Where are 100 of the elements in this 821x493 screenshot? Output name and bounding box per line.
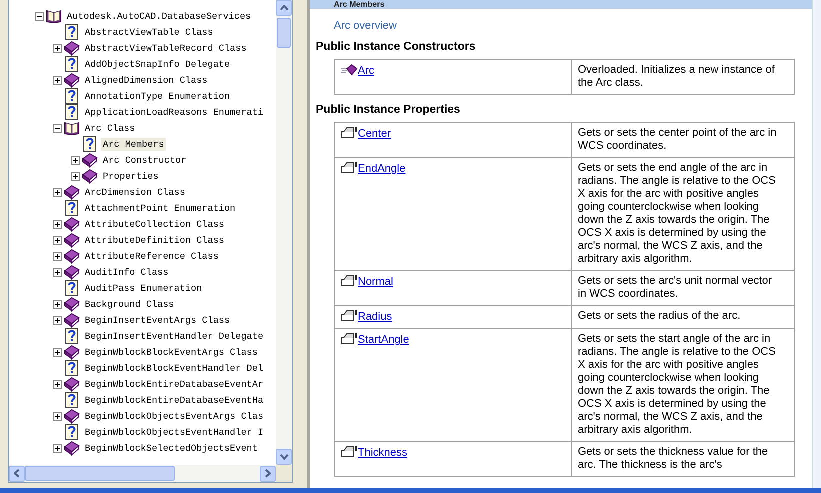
tree-item[interactable]: AttachmentPoint Enumeration bbox=[83, 202, 238, 214]
help-page-icon bbox=[64, 104, 80, 120]
member-link[interactable]: StartAngle bbox=[358, 334, 410, 346]
book-icon bbox=[64, 296, 80, 312]
tree-item[interactable]: AbstractViewTableRecord Class bbox=[83, 42, 249, 54]
tree-item[interactable]: Background Class bbox=[83, 298, 176, 310]
book-icon bbox=[64, 264, 80, 280]
book-icon bbox=[82, 168, 98, 184]
scrollbar-thumb[interactable] bbox=[25, 466, 175, 481]
tree-item[interactable]: BeginInsertEventHandler Delegate bbox=[83, 330, 266, 342]
member-link[interactable]: Normal bbox=[358, 276, 394, 288]
help-page-icon bbox=[64, 24, 80, 40]
tree-item[interactable]: BeginWblockBlockEventArgs Class bbox=[83, 346, 260, 358]
expand-toggle[interactable] bbox=[71, 172, 80, 180]
tree-item[interactable]: Arc Constructor bbox=[101, 154, 189, 166]
scroll-up-button[interactable] bbox=[276, 0, 292, 16]
tree-item[interactable]: AddObjectSnapInfo Delegate bbox=[83, 58, 232, 70]
tree-item[interactable]: AuditPass Enumeration bbox=[83, 282, 204, 294]
expand-toggle[interactable] bbox=[53, 348, 62, 356]
help-page-icon bbox=[64, 392, 80, 408]
expand-toggle[interactable] bbox=[53, 300, 62, 308]
tree-item[interactable]: AttributeCollection Class bbox=[83, 218, 226, 230]
expand-toggle[interactable] bbox=[53, 44, 62, 52]
member-description: Gets or sets the end angle of the arc in radians. The angle is relative to the OCS X axis for the arc with positive angles going counterclockwise when looking down the Z axis towards the origin. The OCS X axis is determined by using the arc's normal, the WCS Z axis, and the arbitrary axis algorithm. bbox=[572, 158, 794, 270]
member-description: Gets or sets the arc's unit normal vector in WCS coordinates. bbox=[572, 270, 794, 306]
expand-toggle[interactable] bbox=[53, 252, 62, 260]
book-icon bbox=[64, 216, 80, 232]
book-icon bbox=[64, 232, 80, 248]
tree-item[interactable]: AlignedDimension Class bbox=[83, 74, 210, 86]
help-page-icon bbox=[64, 424, 80, 440]
overview-link[interactable]: Arc overview bbox=[334, 20, 397, 32]
book-icon bbox=[64, 344, 80, 360]
open-book-icon bbox=[46, 8, 62, 24]
tree-item[interactable]: BeginWblockObjectsEventArgs Clas bbox=[83, 410, 266, 422]
book-icon bbox=[64, 408, 80, 424]
member-link[interactable]: Center bbox=[358, 128, 392, 140]
expand-toggle[interactable] bbox=[71, 156, 80, 164]
expand-toggle[interactable] bbox=[53, 236, 62, 244]
scroll-right-button[interactable] bbox=[260, 466, 276, 482]
tree-item[interactable]: Autodesk.AutoCAD.DatabaseServices bbox=[65, 10, 254, 22]
tree-item[interactable]: BeginWblockSelectedObjectsEvent bbox=[83, 442, 260, 454]
tree-item[interactable]: ApplicationLoadReasons Enumerati bbox=[83, 106, 266, 118]
tree-item[interactable]: BeginWblockObjectsEventHandler I bbox=[83, 426, 266, 438]
tree-item[interactable]: Arc Members bbox=[101, 138, 166, 150]
tree-item[interactable]: AttributeDefinition Class bbox=[83, 234, 226, 246]
tree-item[interactable]: BeginWblockEntireDatabaseEventAr bbox=[83, 378, 266, 390]
tree-item[interactable]: AnnotationType Enumeration bbox=[83, 90, 232, 102]
page-title: Arc Members bbox=[310, 0, 812, 9]
caret-up-icon bbox=[280, 5, 288, 11]
expand-toggle[interactable] bbox=[53, 412, 62, 420]
horizontal-scrollbar[interactable] bbox=[9, 465, 276, 482]
caret-down-icon bbox=[280, 454, 288, 460]
member-link[interactable]: Radius bbox=[358, 311, 392, 323]
book-icon bbox=[64, 248, 80, 264]
member-description: Gets or sets the center point of the arc in WCS coordinates. bbox=[572, 122, 794, 158]
vertical-scrollbar[interactable] bbox=[812, 0, 821, 488]
book-icon bbox=[64, 40, 80, 56]
expand-toggle[interactable] bbox=[53, 76, 62, 84]
tree-item[interactable]: BeginWblockEntireDatabaseEventHa bbox=[83, 394, 266, 406]
expand-toggle[interactable] bbox=[53, 268, 62, 276]
help-page-icon bbox=[64, 280, 80, 296]
tree-item[interactable]: BeginInsertEventArgs Class bbox=[83, 314, 232, 326]
book-icon bbox=[64, 312, 80, 328]
caret-left-icon bbox=[14, 469, 20, 478]
member-link[interactable]: EndAngle bbox=[358, 163, 406, 175]
help-page-icon bbox=[64, 56, 80, 72]
tree-item[interactable]: AuditInfo Class bbox=[83, 266, 171, 278]
member-link[interactable]: Thickness bbox=[358, 447, 408, 459]
help-page-icon bbox=[82, 136, 98, 152]
open-book-icon bbox=[64, 120, 80, 136]
tree-item[interactable]: AbstractViewTable Class bbox=[83, 26, 216, 38]
scroll-down-button[interactable] bbox=[276, 449, 292, 465]
property-icon bbox=[341, 333, 358, 345]
expand-toggle[interactable] bbox=[53, 444, 62, 452]
scroll-left-button[interactable] bbox=[9, 466, 25, 482]
property-icon bbox=[341, 310, 358, 322]
vertical-scrollbar[interactable] bbox=[276, 0, 292, 465]
tree-item[interactable]: AttributeReference Class bbox=[83, 250, 221, 262]
member-description: Gets or sets the radius of the arc. bbox=[572, 306, 794, 328]
property-icon bbox=[341, 446, 358, 458]
scrollbar-thumb[interactable] bbox=[277, 18, 291, 48]
expand-toggle[interactable] bbox=[53, 316, 62, 324]
book-icon bbox=[64, 376, 80, 392]
help-page-icon bbox=[64, 360, 80, 376]
expand-toggle[interactable] bbox=[53, 124, 62, 132]
expand-toggle[interactable] bbox=[53, 220, 62, 228]
tree-item[interactable]: BeginWblockBlockEventHandler Del bbox=[83, 362, 266, 374]
section-heading: Public Instance Properties bbox=[316, 104, 462, 116]
expand-toggle[interactable] bbox=[53, 380, 62, 388]
scrollbar-corner bbox=[276, 465, 292, 482]
tree-item[interactable]: Properties bbox=[101, 170, 161, 182]
book-icon bbox=[64, 72, 80, 88]
book-icon bbox=[82, 152, 98, 168]
member-link[interactable]: Arc bbox=[358, 65, 374, 77]
expand-toggle[interactable] bbox=[35, 12, 44, 20]
member-description: Overloaded. Initializes a new instance of the Arc class. bbox=[572, 60, 794, 94]
tree-item[interactable]: Arc Class bbox=[83, 122, 138, 134]
help-page-icon bbox=[64, 88, 80, 104]
expand-toggle[interactable] bbox=[53, 188, 62, 196]
tree-item[interactable]: ArcDimension Class bbox=[83, 186, 188, 198]
